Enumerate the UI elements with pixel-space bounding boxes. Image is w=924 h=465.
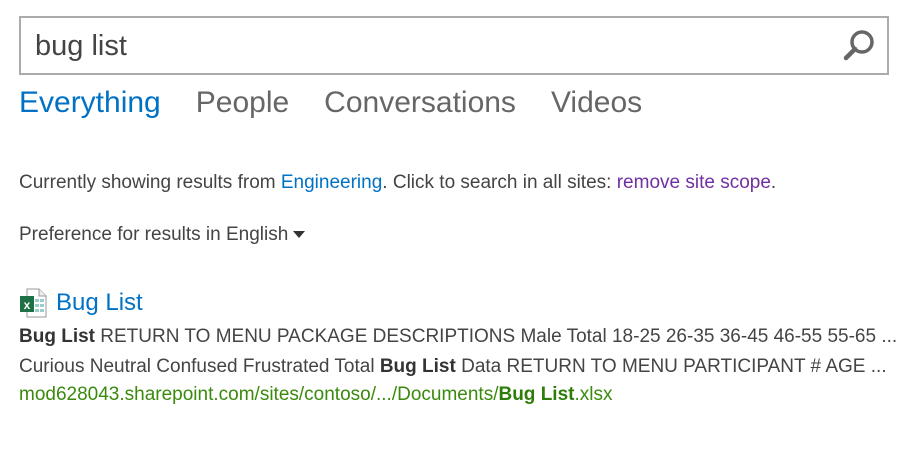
url-suffix: .xlsx bbox=[574, 384, 613, 405]
search-box bbox=[19, 16, 889, 75]
preference-language: English bbox=[225, 224, 289, 245]
search-result: x Bug List Bug List RETURN TO MENU PACKA… bbox=[19, 288, 909, 406]
search-vertical-tabs: Everything People Conversations Videos bbox=[19, 86, 642, 120]
url-hit: Bug List bbox=[498, 384, 575, 405]
scope-suffix: . bbox=[770, 172, 777, 193]
search-input[interactable] bbox=[35, 26, 815, 66]
caret-down-icon bbox=[293, 231, 306, 239]
result-url[interactable]: mod628043.sharepoint.com/sites/contoso/.… bbox=[19, 384, 909, 406]
tab-videos[interactable]: Videos bbox=[551, 86, 642, 120]
summary-hit: Bug List bbox=[19, 326, 95, 347]
result-title-link[interactable]: Bug List bbox=[56, 289, 143, 317]
url-prefix: mod628043.sharepoint.com/sites/contoso/.… bbox=[19, 384, 499, 405]
preference-prefix: Preference for results in bbox=[19, 224, 226, 245]
scope-prefix: Currently showing results from bbox=[19, 172, 281, 193]
site-scope-message: Currently showing results from Engineeri… bbox=[19, 172, 776, 194]
remove-site-scope-link[interactable]: remove site scope bbox=[617, 172, 771, 193]
search-button[interactable] bbox=[839, 26, 879, 66]
summary-text: Data RETURN TO MENU PARTICIPANT # AGE ..… bbox=[455, 356, 887, 377]
scope-middle: . Click to search in all sites: bbox=[382, 172, 617, 193]
site-link-engineering[interactable]: Engineering bbox=[281, 172, 382, 193]
language-preference-dropdown[interactable]: Preference for results in English bbox=[19, 224, 306, 246]
tab-conversations[interactable]: Conversations bbox=[324, 86, 516, 120]
svg-text:x: x bbox=[24, 298, 31, 312]
excel-file-icon: x bbox=[20, 288, 47, 318]
search-icon bbox=[843, 30, 874, 61]
tab-people[interactable]: People bbox=[196, 86, 289, 120]
summary-hit: Bug List bbox=[379, 356, 456, 377]
result-summary: Bug List RETURN TO MENU PACKAGE DESCRIPT… bbox=[19, 322, 909, 382]
tab-everything[interactable]: Everything bbox=[19, 86, 161, 120]
